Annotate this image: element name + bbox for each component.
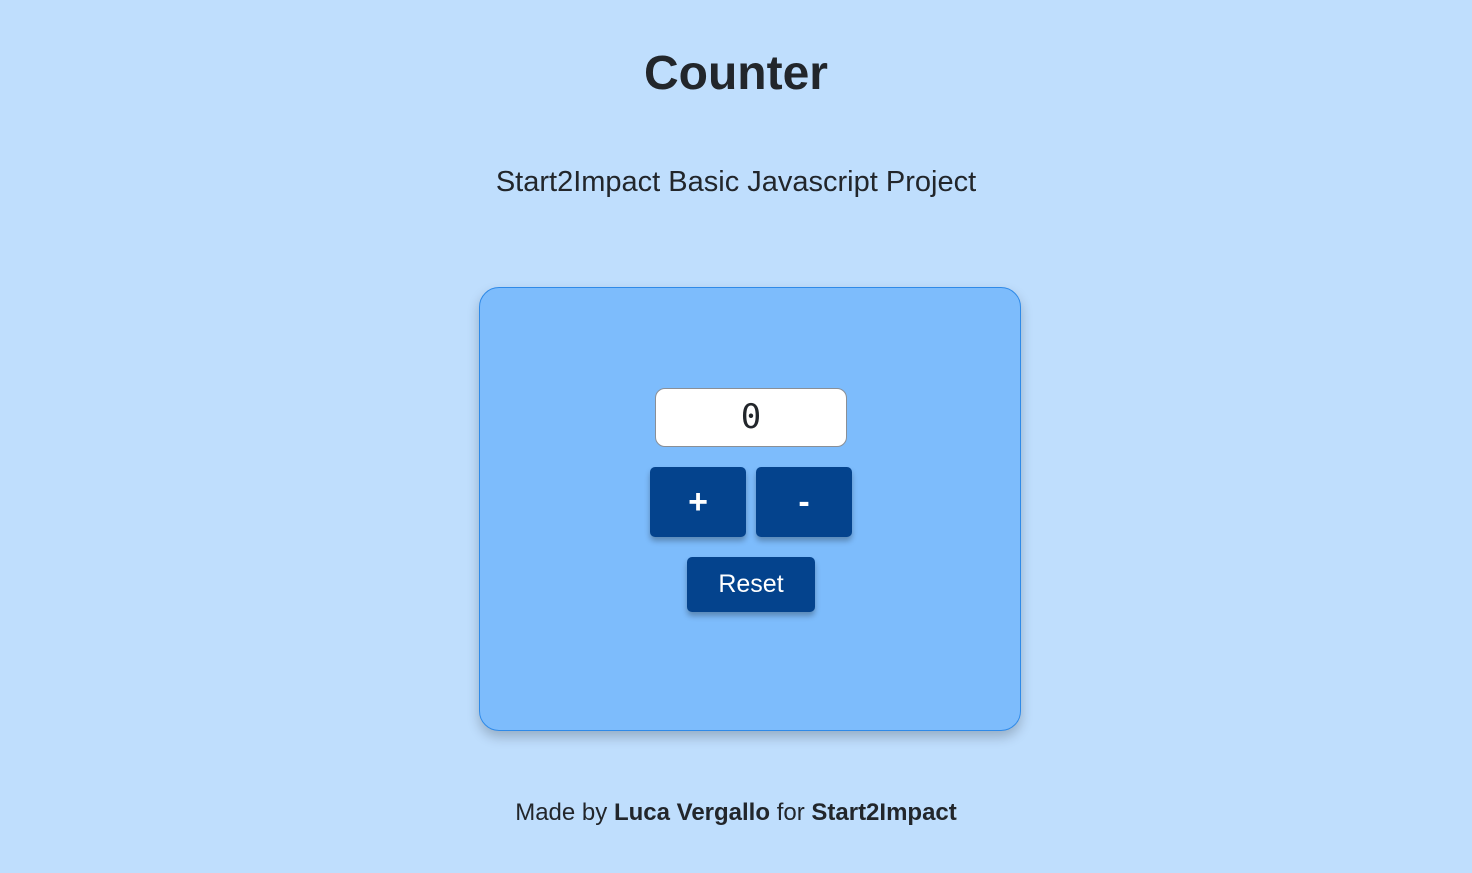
footer-credit: Made by Luca Vergallo for Start2Impact	[0, 798, 1472, 828]
counter-card: 0 + - Reset	[479, 287, 1021, 731]
footer-organization: Start2Impact	[811, 799, 957, 826]
footer-author: Luca Vergallo	[613, 799, 771, 826]
reset-button[interactable]: Reset	[687, 557, 815, 612]
page-subtitle: Start2Impact Basic Javascript Project	[495, 166, 977, 198]
footer-made-by: Made by	[515, 799, 608, 826]
footer-for: for	[776, 799, 805, 826]
decrement-button[interactable]: -	[756, 467, 852, 537]
increment-button[interactable]: +	[650, 467, 746, 537]
page-title: Counter	[644, 47, 828, 100]
counter-display: 0	[655, 388, 847, 447]
